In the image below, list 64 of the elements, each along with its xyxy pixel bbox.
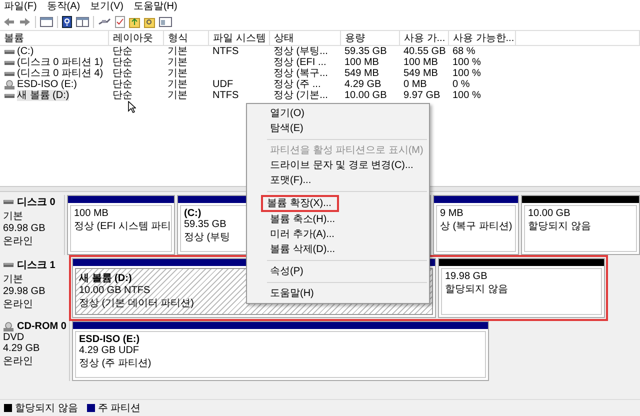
table-cell: UDF (212, 79, 234, 90)
table-cell: 40.55 GB (404, 46, 446, 57)
disk-name: 디스크 0 (17, 196, 56, 209)
table-cell: 549 MB (344, 68, 379, 79)
table-cell: 0 % (452, 79, 470, 90)
disk-size: 29.98 GB (3, 286, 46, 297)
table-cell: 단순 (112, 46, 132, 57)
disk-type: 기본 (3, 273, 24, 286)
table-cell: 100 MB (404, 57, 438, 68)
partition-title: (C:) (184, 208, 202, 219)
partition-info: 할당되지 않음 (528, 220, 591, 233)
table-cell: 기본 (168, 57, 188, 68)
table-cell: 4.29 GB (344, 79, 382, 90)
disk-status: 온라인 (3, 355, 34, 368)
table-cell: 단순 (112, 90, 132, 101)
partition-info: 정상 (EFI 시스템 파티 (74, 220, 172, 233)
partition-info: 100 MB (74, 208, 108, 219)
disk-status: 온라인 (3, 235, 34, 248)
table-cell: 100 % (452, 68, 481, 79)
table-cell: 단순 (112, 57, 132, 68)
table-cell: 100 % (452, 57, 481, 68)
partition-title: 새 볼륨 (D:) (79, 272, 132, 285)
table-cell: 정상 (복구... (274, 68, 328, 79)
table-cell: 정상 (EFI ... (274, 57, 326, 68)
table-cell: 정상 (주 ... (274, 79, 321, 90)
partition-title: ESD-ISO (E:) (79, 334, 140, 345)
partition-info: 정상 (주 파티션) (79, 357, 152, 370)
table-cell: 100 % (452, 90, 481, 101)
table-cell: 기본 (168, 79, 188, 90)
partition-info: 10.00 GB (528, 208, 570, 219)
table-cell: 정상 (부팅... (274, 46, 328, 57)
table-cell: 기본 (168, 68, 188, 79)
table-cell: 59.35 GB (344, 46, 387, 57)
table-cell: 기본 (168, 90, 188, 101)
disk-type: 기본 (3, 210, 24, 223)
disk-type: DVD (3, 332, 26, 343)
table-cell: 단순 (112, 79, 132, 90)
partition-info: 19.98 GB (445, 271, 488, 282)
disk-status: 온라인 (3, 298, 34, 311)
table-cell: 0 MB (404, 79, 427, 90)
disk-name: 디스크 1 (17, 259, 56, 272)
partition-info: 정상 (기본 데이터 파티션) (79, 297, 194, 310)
partition-info: 4.29 GB UDF (79, 345, 140, 356)
disk-name: CD-ROM 0 (17, 321, 66, 332)
table-cell: 정상 (기본... (274, 90, 328, 101)
disk-size: 69.98 GB (3, 223, 46, 234)
table-cell: 단순 (112, 68, 132, 79)
legend-label: 할당되지 않음 (15, 402, 78, 415)
partition-info: 정상 (부팅 (184, 231, 230, 244)
table-cell: 9.97 GB (404, 90, 440, 101)
legend-label: 주 파티션 (98, 402, 141, 415)
partition-info: 59.35 GB (184, 219, 226, 230)
partition-info: 10.00 GB NTFS (79, 285, 150, 296)
partition-info: 상 (복구 파티션) (440, 220, 512, 233)
table-cell: NTFS (212, 90, 239, 101)
partition-info: 할당되지 않음 (445, 283, 508, 296)
disk-size: 4.29 GB (3, 343, 41, 354)
table-cell: NTFS (212, 46, 239, 57)
table-cell: 100 MB (344, 57, 379, 68)
table-cell: 68 % (452, 46, 476, 57)
table-cell: 10.00 GB (344, 90, 387, 101)
partition-info: 9 MB (440, 208, 464, 219)
table-cell: 기본 (168, 46, 188, 57)
table-cell: 549 MB (404, 68, 438, 79)
